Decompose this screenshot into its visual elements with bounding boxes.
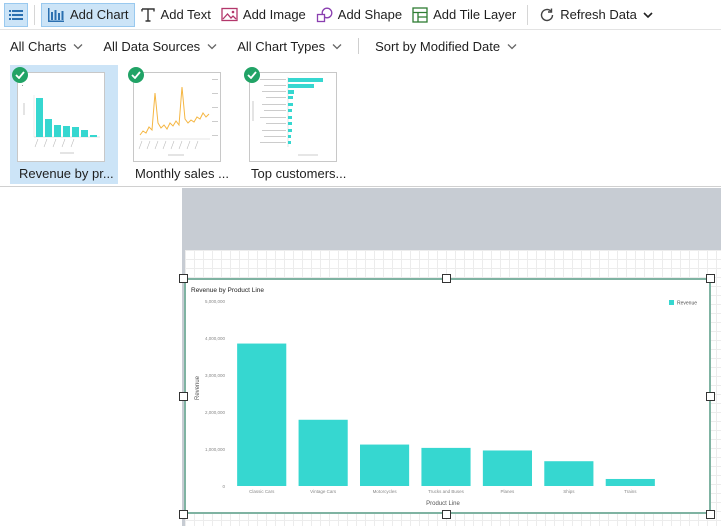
x-axis-label: Product Line — [426, 501, 460, 507]
y-tick-label: 4,000,000 — [205, 336, 226, 341]
bar — [421, 447, 471, 486]
bar — [544, 461, 594, 486]
checkmark-icon — [244, 67, 260, 83]
bar — [298, 419, 348, 486]
revenue-bar-preview — [22, 85, 100, 154]
refresh-data-label: Refresh Data — [560, 7, 637, 22]
list-view-button[interactable] — [4, 2, 28, 27]
y-tick-label: 3,000,000 — [205, 373, 226, 378]
x-tick-label: Classic Cars — [249, 489, 275, 494]
resize-handle-top-left[interactable] — [179, 274, 188, 283]
legend-swatch — [669, 300, 674, 305]
resize-handle-bottom[interactable] — [442, 510, 451, 519]
revenue-bar-chart: Revenue by Product Line 0 1,000,000 2,000,… — [191, 287, 697, 507]
y-tick-label: 2,000,000 — [205, 410, 226, 415]
x-tick-label: Trains — [624, 489, 637, 494]
thumbnail-label: Monthly sales ... — [135, 166, 229, 181]
legend: Revenue — [669, 300, 697, 307]
chevron-down-icon — [332, 43, 342, 49]
thumbnail-label: Revenue by pr... — [19, 166, 114, 181]
chart-types-filter-dropdown[interactable]: All Chart Types — [227, 39, 352, 54]
add-shape-label: Add Shape — [337, 7, 403, 22]
tile-layer-icon — [412, 6, 428, 23]
chevron-down-icon — [643, 11, 653, 18]
data-sources-filter-label: All Data Sources — [103, 38, 201, 54]
add-tile-layer-button[interactable]: Add Tile Layer — [407, 3, 521, 27]
shape-icon — [316, 7, 333, 22]
x-axis: Classic Cars Vintage Cars Motorcycles Truck… — [249, 489, 637, 494]
y-tick-label: 5,000,000 — [205, 299, 226, 304]
thumbnail-label: Top customers... — [251, 166, 347, 181]
add-text-button[interactable]: Add Text — [135, 3, 216, 27]
thumbnail-preview — [133, 72, 221, 162]
chart-title: Revenue by Product Line — [191, 287, 264, 294]
layout-workspace: Revenue by Product Line 0 1,000,000 2,000,… — [0, 188, 721, 526]
sort-dropdown[interactable]: Sort by Modified Date — [365, 39, 527, 54]
bar — [605, 478, 655, 486]
x-tick-label: Ships — [563, 489, 575, 494]
charts-filter-label: All Charts — [10, 38, 67, 54]
x-tick-label: Vintage Cars — [310, 489, 337, 494]
chevron-down-icon — [73, 43, 83, 49]
add-chart-label: Add Chart — [70, 7, 129, 22]
list-icon — [9, 9, 23, 20]
add-text-label: Add Text — [160, 7, 211, 22]
toolbar-separator — [34, 4, 35, 25]
refresh-icon — [541, 8, 554, 21]
chart-thumbnail-monthly-sales[interactable]: Monthly sales ... — [126, 65, 234, 184]
add-image-button[interactable]: Add Image — [216, 3, 311, 27]
thumbnail-preview — [249, 72, 337, 162]
data-sources-filter-dropdown[interactable]: All Data Sources — [93, 39, 227, 54]
resize-handle-bottom-right[interactable] — [706, 510, 715, 519]
resize-handle-left[interactable] — [179, 392, 188, 401]
chart-types-filter-label: All Chart Types — [237, 38, 326, 54]
checkmark-icon — [12, 67, 28, 83]
main-toolbar: Add Chart Add Text Add Image Add Shape A… — [0, 0, 721, 30]
chevron-down-icon — [207, 43, 217, 49]
top-customers-hbar-preview — [252, 77, 323, 156]
resize-handle-right[interactable] — [706, 392, 715, 401]
legend-label: Revenue — [677, 301, 697, 307]
refresh-data-button[interactable]: Refresh Data — [534, 3, 658, 27]
checkmark-icon — [128, 67, 144, 83]
sort-label: Sort by Modified Date — [375, 38, 501, 54]
charts-filter-dropdown[interactable]: All Charts — [0, 39, 93, 54]
bar — [360, 444, 410, 486]
bar — [482, 450, 532, 486]
x-tick-label: Motorcycles — [373, 489, 398, 494]
chart-thumbnail-revenue[interactable]: Revenue by pr... — [10, 65, 118, 184]
resize-handle-bottom-left[interactable] — [179, 510, 188, 519]
add-chart-button[interactable]: Add Chart — [41, 2, 135, 27]
y-tick-label: 1,000,000 — [205, 447, 226, 452]
bars — [237, 343, 655, 486]
chart-gallery: Revenue by pr... Monthly sales ... Top c… — [0, 62, 721, 187]
x-tick-label: Planes — [501, 489, 516, 494]
chart-element-revenue[interactable]: Revenue by Product Line 0 1,000,000 2,000,… — [184, 278, 711, 514]
chevron-down-icon — [507, 43, 517, 49]
monthly-sales-line-preview — [138, 79, 218, 156]
text-icon — [140, 7, 155, 22]
filter-separator — [358, 38, 360, 54]
image-icon — [221, 7, 238, 22]
resize-handle-top-right[interactable] — [706, 274, 715, 283]
resize-handle-top[interactable] — [442, 274, 451, 283]
add-image-label: Add Image — [242, 7, 306, 22]
chart-thumbnail-top-customers[interactable]: Top customers... — [242, 65, 350, 184]
filter-bar: All Charts All Data Sources All Chart Ty… — [0, 31, 721, 61]
y-tick-label: 0 — [222, 484, 225, 489]
bar — [237, 343, 287, 486]
toolbar-separator — [527, 4, 529, 25]
x-tick-label: Trucks and Buses — [428, 489, 465, 494]
y-axis-label: Revenue — [195, 375, 201, 400]
add-shape-button[interactable]: Add Shape — [311, 3, 407, 27]
thumbnail-preview — [17, 72, 105, 162]
add-tile-layer-label: Add Tile Layer — [433, 7, 517, 22]
y-axis: 0 1,000,000 2,000,000 3,000,000 4,000,000 5,0… — [205, 299, 226, 489]
bar-chart-icon — [48, 7, 64, 22]
